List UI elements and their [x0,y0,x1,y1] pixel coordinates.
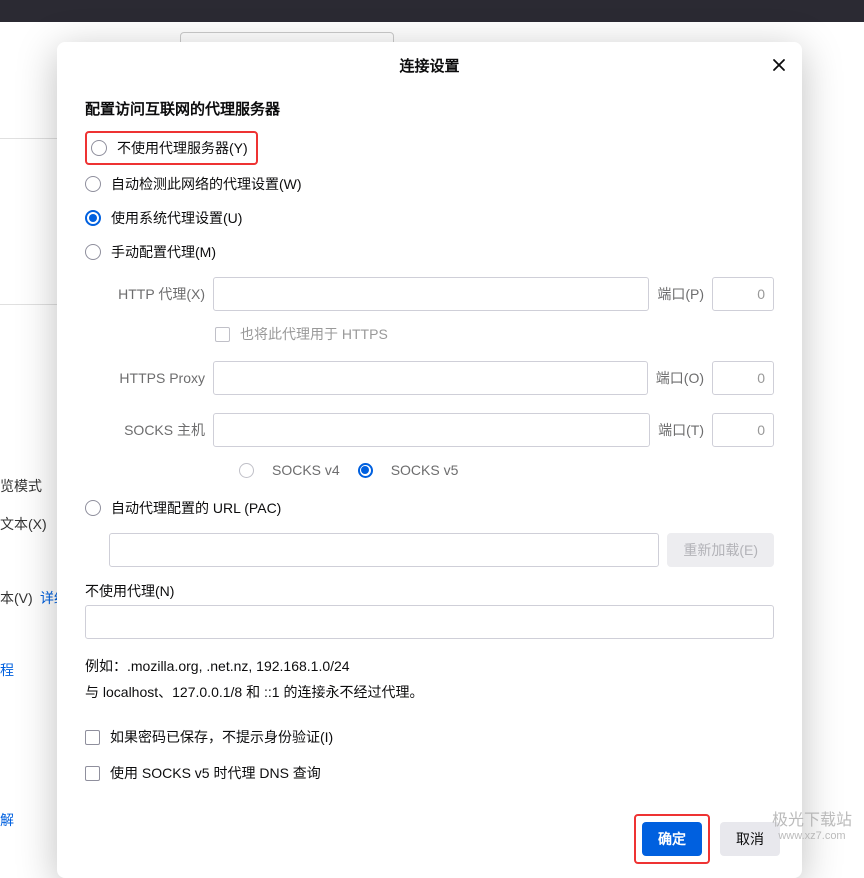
close-icon [771,57,787,73]
bg-text: 本(V) [0,588,33,608]
https-port-input[interactable] [712,361,774,395]
http-proxy-input[interactable] [213,277,649,311]
radio-auto-detect-label[interactable]: 自动检测此网络的代理设置(W) [111,174,302,194]
socks-host-label: SOCKS 主机 [109,420,205,440]
radio-manual[interactable] [85,244,101,260]
socks-v5-label[interactable]: SOCKS v5 [391,462,459,478]
socks-port-label: 端口(T) [658,420,704,440]
also-https-checkbox[interactable] [215,327,230,342]
dialog-body: 配置访问互联网的代理服务器 不使用代理服务器(Y) 自动检测此网络的代理设置(W… [57,88,802,804]
radio-system-proxy[interactable] [85,210,101,226]
radio-socks-v5[interactable] [358,463,373,478]
reload-pac-button[interactable]: 重新加载(E) [667,533,774,567]
close-button[interactable] [768,54,790,76]
bg-text: 览模式 [0,476,42,496]
radio-system-proxy-label[interactable]: 使用系统代理设置(U) [111,208,242,228]
socks-dns-label[interactable]: 使用 SOCKS v5 时代理 DNS 查询 [110,763,321,783]
dialog-header: 连接设置 [57,42,802,88]
radio-manual-label[interactable]: 手动配置代理(M) [111,242,216,262]
socks-port-input[interactable] [712,413,774,447]
app-titlebar [0,0,864,22]
http-port-input[interactable] [712,277,774,311]
https-proxy-input[interactable] [213,361,648,395]
http-proxy-label: HTTP 代理(X) [109,284,205,304]
radio-pac-label[interactable]: 自动代理配置的 URL (PAC) [111,498,281,518]
socks-dns-checkbox[interactable] [85,766,100,781]
radio-socks-v4[interactable] [239,463,254,478]
radio-no-proxy[interactable] [91,140,107,156]
bg-divider [0,138,60,139]
pac-url-input[interactable] [109,533,659,567]
bg-divider [0,304,60,305]
radio-no-proxy-label[interactable]: 不使用代理服务器(Y) [117,138,248,158]
section-title: 配置访问互联网的代理服务器 [85,98,774,119]
no-auth-prompt-label[interactable]: 如果密码已保存，不提示身份验证(I) [110,727,333,747]
bg-link[interactable]: 解 [0,810,14,830]
ok-button[interactable]: 确定 [642,822,702,856]
cancel-button[interactable]: 取消 [720,822,780,856]
bg-text: 文本(X) [0,514,47,534]
bg-link[interactable]: 程 [0,660,14,680]
connection-settings-dialog: 连接设置 配置访问互联网的代理服务器 不使用代理服务器(Y) 自动检测此网络的代… [57,42,802,878]
radio-pac[interactable] [85,500,101,516]
example-text: 例如：.mozilla.org, .net.nz, 192.168.1.0/24 [85,656,774,676]
also-https-label[interactable]: 也将此代理用于 HTTPS [240,324,388,344]
no-proxy-label: 不使用代理(N) [85,581,774,601]
https-proxy-label: HTTPS Proxy [109,370,205,386]
dialog-title: 连接设置 [399,55,459,76]
dialog-footer: 确定 取消 [57,804,802,878]
localhost-note: 与 localhost、127.0.0.1/8 和 ::1 的连接永不经过代理。 [85,682,774,702]
radio-auto-detect[interactable] [85,176,101,192]
socks-host-input[interactable] [213,413,650,447]
no-proxy-textarea[interactable] [85,605,774,639]
http-port-label: 端口(P) [657,284,704,304]
https-port-label: 端口(O) [656,368,704,388]
socks-v4-label[interactable]: SOCKS v4 [272,462,340,478]
highlight-ok: 确定 [634,814,710,864]
highlight-no-proxy: 不使用代理服务器(Y) [85,131,258,165]
no-auth-prompt-checkbox[interactable] [85,730,100,745]
